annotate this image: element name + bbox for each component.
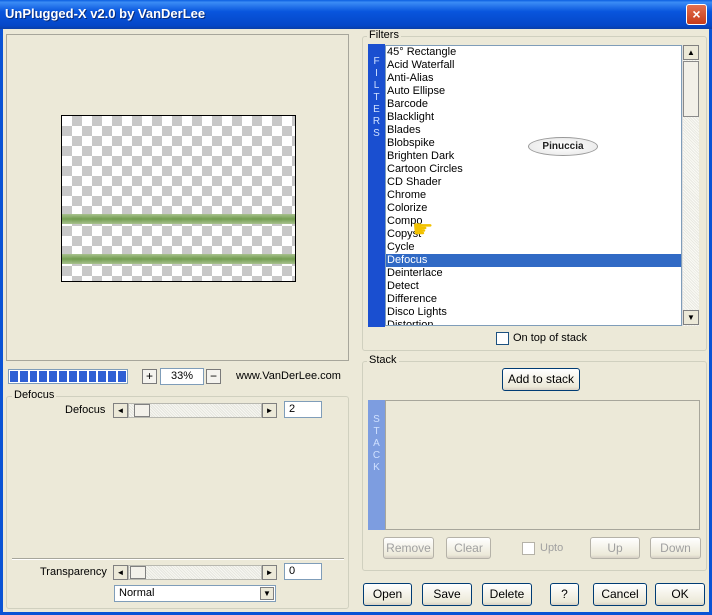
preview-stripe — [62, 254, 295, 264]
stack-legend: Stack — [367, 354, 399, 366]
side-letter: S — [373, 414, 380, 425]
side-letter: I — [375, 68, 378, 79]
save-button[interactable]: Save — [422, 583, 472, 606]
defocus-left-arrow[interactable]: ◄ — [113, 403, 128, 418]
open-button[interactable]: Open — [363, 583, 412, 606]
progress-segment — [78, 371, 87, 382]
filter-item[interactable]: Deinterlace — [386, 267, 681, 280]
window-title: UnPlugged-X v2.0 by VanDerLee — [5, 6, 206, 21]
transparency-right-arrow[interactable]: ► — [262, 565, 277, 580]
upto-checkbox[interactable] — [522, 542, 535, 555]
filter-item[interactable]: Disco Lights — [386, 306, 681, 319]
blend-mode-select[interactable]: Normal ▼ — [114, 585, 276, 602]
close-button[interactable]: × — [686, 4, 707, 25]
down-button[interactable]: Down — [650, 537, 701, 559]
side-letter: C — [372, 450, 381, 461]
side-letter: R — [372, 116, 381, 127]
preview-canvas[interactable] — [61, 115, 296, 282]
stack-list[interactable] — [385, 400, 700, 530]
filter-item[interactable]: Colorize — [386, 202, 681, 215]
filters-legend: Filters — [367, 29, 401, 41]
side-letter: A — [373, 438, 380, 449]
filter-item[interactable]: Chrome — [386, 189, 681, 202]
delete-button[interactable]: Delete — [482, 583, 532, 606]
transparency-value-field[interactable]: 0 — [284, 563, 322, 580]
scroll-thumb[interactable] — [683, 61, 699, 117]
filter-item[interactable]: Defocus — [386, 254, 681, 267]
transparency-slider-thumb[interactable] — [130, 566, 146, 579]
help-button[interactable]: ? — [550, 583, 579, 606]
defocus-value-field[interactable]: 2 — [284, 401, 322, 418]
filter-settings-legend: Defocus — [12, 389, 57, 401]
defocus-slider-thumb[interactable] — [134, 404, 150, 417]
clear-button[interactable]: Clear — [446, 537, 491, 559]
website-link[interactable]: www.VanDerLee.com — [236, 370, 341, 382]
stack-side-tab: STACK — [368, 400, 385, 530]
side-letter: L — [373, 80, 380, 91]
filters-scrollbar[interactable]: ▲ ▼ — [682, 45, 699, 326]
blend-mode-value: Normal — [119, 587, 155, 599]
filter-item[interactable]: Blacklight — [386, 111, 681, 124]
preview-stripe — [62, 214, 295, 224]
filters-list[interactable]: 45° Rectangle Acid Waterfall Anti-Alias Aut… — [385, 45, 682, 326]
filters-side-tab: FILTERS — [368, 44, 385, 327]
progress-segment — [98, 371, 107, 382]
zoom-out-button[interactable]: − — [206, 369, 221, 384]
filter-item[interactable]: Detect — [386, 280, 681, 293]
transparency-left-arrow[interactable]: ◄ — [113, 565, 128, 580]
progress-segment — [108, 371, 117, 382]
filter-item[interactable]: CD Shader — [386, 176, 681, 189]
filter-item[interactable]: Barcode — [386, 98, 681, 111]
ok-button[interactable]: OK — [655, 583, 705, 606]
progress-segment — [39, 371, 48, 382]
progress-segment — [49, 371, 58, 382]
zoom-level: 33% — [160, 368, 204, 385]
transparency-slider[interactable] — [128, 565, 262, 580]
ontop-checkbox[interactable] — [496, 332, 509, 345]
watermark-logo: Pinuccia — [528, 137, 598, 156]
progress-segment — [88, 371, 97, 382]
side-letter: T — [373, 92, 380, 103]
transparency-label: Transparency — [40, 566, 107, 578]
side-letter: K — [373, 462, 380, 473]
side-letter: S — [373, 128, 380, 139]
title-bar: UnPlugged-X v2.0 by VanDerLee × — [0, 0, 712, 29]
filter-item[interactable]: Auto Ellipse — [386, 85, 681, 98]
filter-item[interactable]: Distortion — [386, 319, 681, 325]
add-to-stack-button[interactable]: Add to stack — [502, 368, 580, 391]
progress-segment — [29, 371, 38, 382]
progress-bar — [8, 369, 128, 384]
scroll-up-icon[interactable]: ▲ — [683, 45, 699, 60]
chevron-down-icon[interactable]: ▼ — [260, 587, 274, 600]
remove-button[interactable]: Remove — [383, 537, 434, 559]
side-letter: F — [373, 56, 380, 67]
divider — [12, 558, 344, 560]
side-letter: T — [373, 426, 380, 437]
filter-item[interactable]: Blades — [386, 124, 681, 137]
pointing-hand-icon: ☛ — [412, 216, 434, 243]
cancel-button[interactable]: Cancel — [593, 583, 647, 606]
progress-segment — [59, 371, 67, 382]
scroll-down-icon[interactable]: ▼ — [683, 310, 699, 325]
filter-item[interactable]: Cartoon Circles — [386, 163, 681, 176]
defocus-right-arrow[interactable]: ► — [262, 403, 277, 418]
ontop-label: On top of stack — [513, 332, 587, 344]
progress-segment — [118, 371, 126, 382]
zoom-in-button[interactable]: + — [142, 369, 157, 384]
defocus-label: Defocus — [65, 404, 106, 416]
upto-label: Upto — [540, 542, 564, 554]
filter-item[interactable]: 45° Rectangle — [386, 46, 681, 59]
progress-segment — [10, 371, 18, 382]
filter-item[interactable]: Anti-Alias — [386, 72, 681, 85]
progress-segment — [68, 371, 77, 382]
up-button[interactable]: Up — [590, 537, 640, 559]
progress-segment — [19, 371, 28, 382]
filter-item[interactable]: Acid Waterfall — [386, 59, 681, 72]
side-letter: E — [373, 104, 380, 115]
filter-item[interactable]: Difference — [386, 293, 681, 306]
